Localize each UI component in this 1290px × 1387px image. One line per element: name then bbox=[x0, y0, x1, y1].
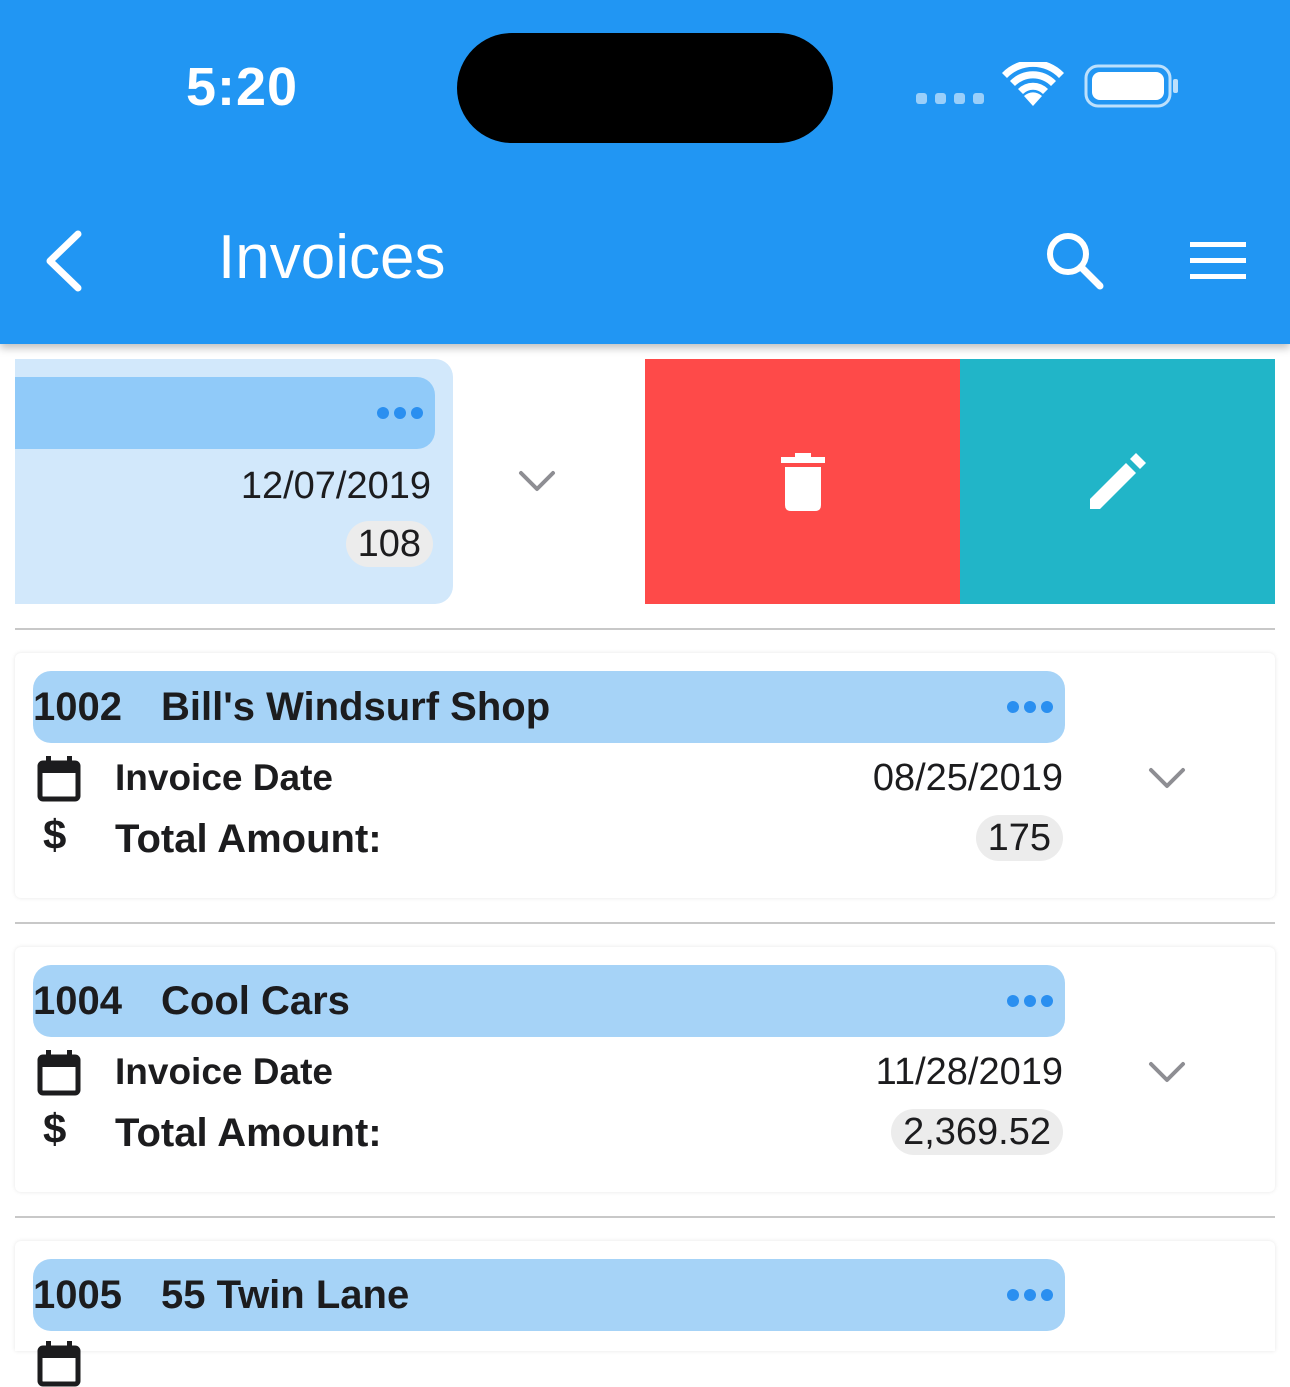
invoice-card[interactable]: 1005 55 Twin Lane bbox=[15, 1241, 1275, 1387]
swiped-invoice-amount: 108 bbox=[345, 521, 433, 567]
dollar-icon: $ bbox=[43, 1105, 67, 1152]
total-amount-label: Total Amount: bbox=[115, 1111, 382, 1155]
wifi-icon bbox=[1002, 62, 1064, 106]
more-horizontal-icon[interactable] bbox=[1005, 697, 1055, 717]
swiped-invoice-date: 12/07/2019 bbox=[240, 465, 431, 507]
hamburger-menu-icon[interactable] bbox=[1188, 240, 1248, 282]
dollar-icon: $ bbox=[43, 811, 67, 858]
battery-icon bbox=[1084, 64, 1178, 108]
app-bar: 5:20 Invoices bbox=[0, 0, 1290, 344]
more-horizontal-icon[interactable] bbox=[1005, 991, 1055, 1011]
calendar-icon bbox=[37, 1341, 81, 1387]
chevron-down-icon[interactable] bbox=[1148, 765, 1186, 793]
list-divider bbox=[15, 1216, 1275, 1218]
list-divider bbox=[15, 922, 1275, 924]
invoice-date-label: Invoice Date bbox=[115, 1051, 333, 1092]
back-chevron-icon[interactable] bbox=[40, 226, 90, 296]
chevron-down-icon[interactable] bbox=[1148, 1059, 1186, 1087]
status-time: 5:20 bbox=[186, 57, 299, 117]
total-amount-label: Total Amount: bbox=[115, 817, 382, 861]
delete-button[interactable] bbox=[645, 359, 960, 604]
invoice-card-header: 1004 Cool Cars bbox=[33, 965, 1065, 1037]
calendar-icon bbox=[37, 756, 81, 802]
invoice-number: 1005 bbox=[33, 1273, 122, 1317]
invoice-customer: Cool Cars bbox=[161, 979, 350, 1023]
invoice-date-value: 11/28/2019 bbox=[875, 1051, 1063, 1093]
list-divider bbox=[15, 628, 1275, 630]
dynamic-island bbox=[457, 33, 833, 143]
chevron-down-icon[interactable] bbox=[518, 468, 556, 496]
swiped-invoice-card[interactable]: 12/07/2019 108 bbox=[15, 359, 453, 604]
invoice-date-value: 08/25/2019 bbox=[872, 757, 1063, 799]
invoice-customer: 55 Twin Lane bbox=[161, 1273, 410, 1317]
invoice-card[interactable]: 1002 Bill's Windsurf Shop $ Invoice Date… bbox=[15, 653, 1275, 898]
more-horizontal-icon[interactable] bbox=[375, 403, 425, 423]
calendar-icon bbox=[37, 1050, 81, 1096]
invoice-number: 1002 bbox=[33, 685, 122, 729]
invoice-number: 1004 bbox=[33, 979, 122, 1023]
invoice-customer: Bill's Windsurf Shop bbox=[161, 685, 551, 729]
pencil-icon bbox=[1090, 453, 1146, 509]
page-title: Invoices bbox=[218, 223, 446, 292]
total-amount-value: 2,369.52 bbox=[891, 1109, 1063, 1155]
invoice-card[interactable]: 1004 Cool Cars $ Invoice Date Total Amou… bbox=[15, 947, 1275, 1192]
trash-icon bbox=[781, 453, 825, 511]
invoice-card-header: 1005 55 Twin Lane bbox=[33, 1259, 1065, 1331]
search-icon[interactable] bbox=[1042, 228, 1106, 292]
total-amount-value: 175 bbox=[975, 815, 1063, 861]
more-horizontal-icon[interactable] bbox=[1005, 1285, 1055, 1305]
edit-button[interactable] bbox=[960, 359, 1275, 604]
swiped-card-header bbox=[15, 377, 435, 449]
invoice-card-header: 1002 Bill's Windsurf Shop bbox=[33, 671, 1065, 743]
cellular-signal-icon bbox=[916, 93, 984, 104]
invoice-date-label: Invoice Date bbox=[115, 757, 333, 798]
